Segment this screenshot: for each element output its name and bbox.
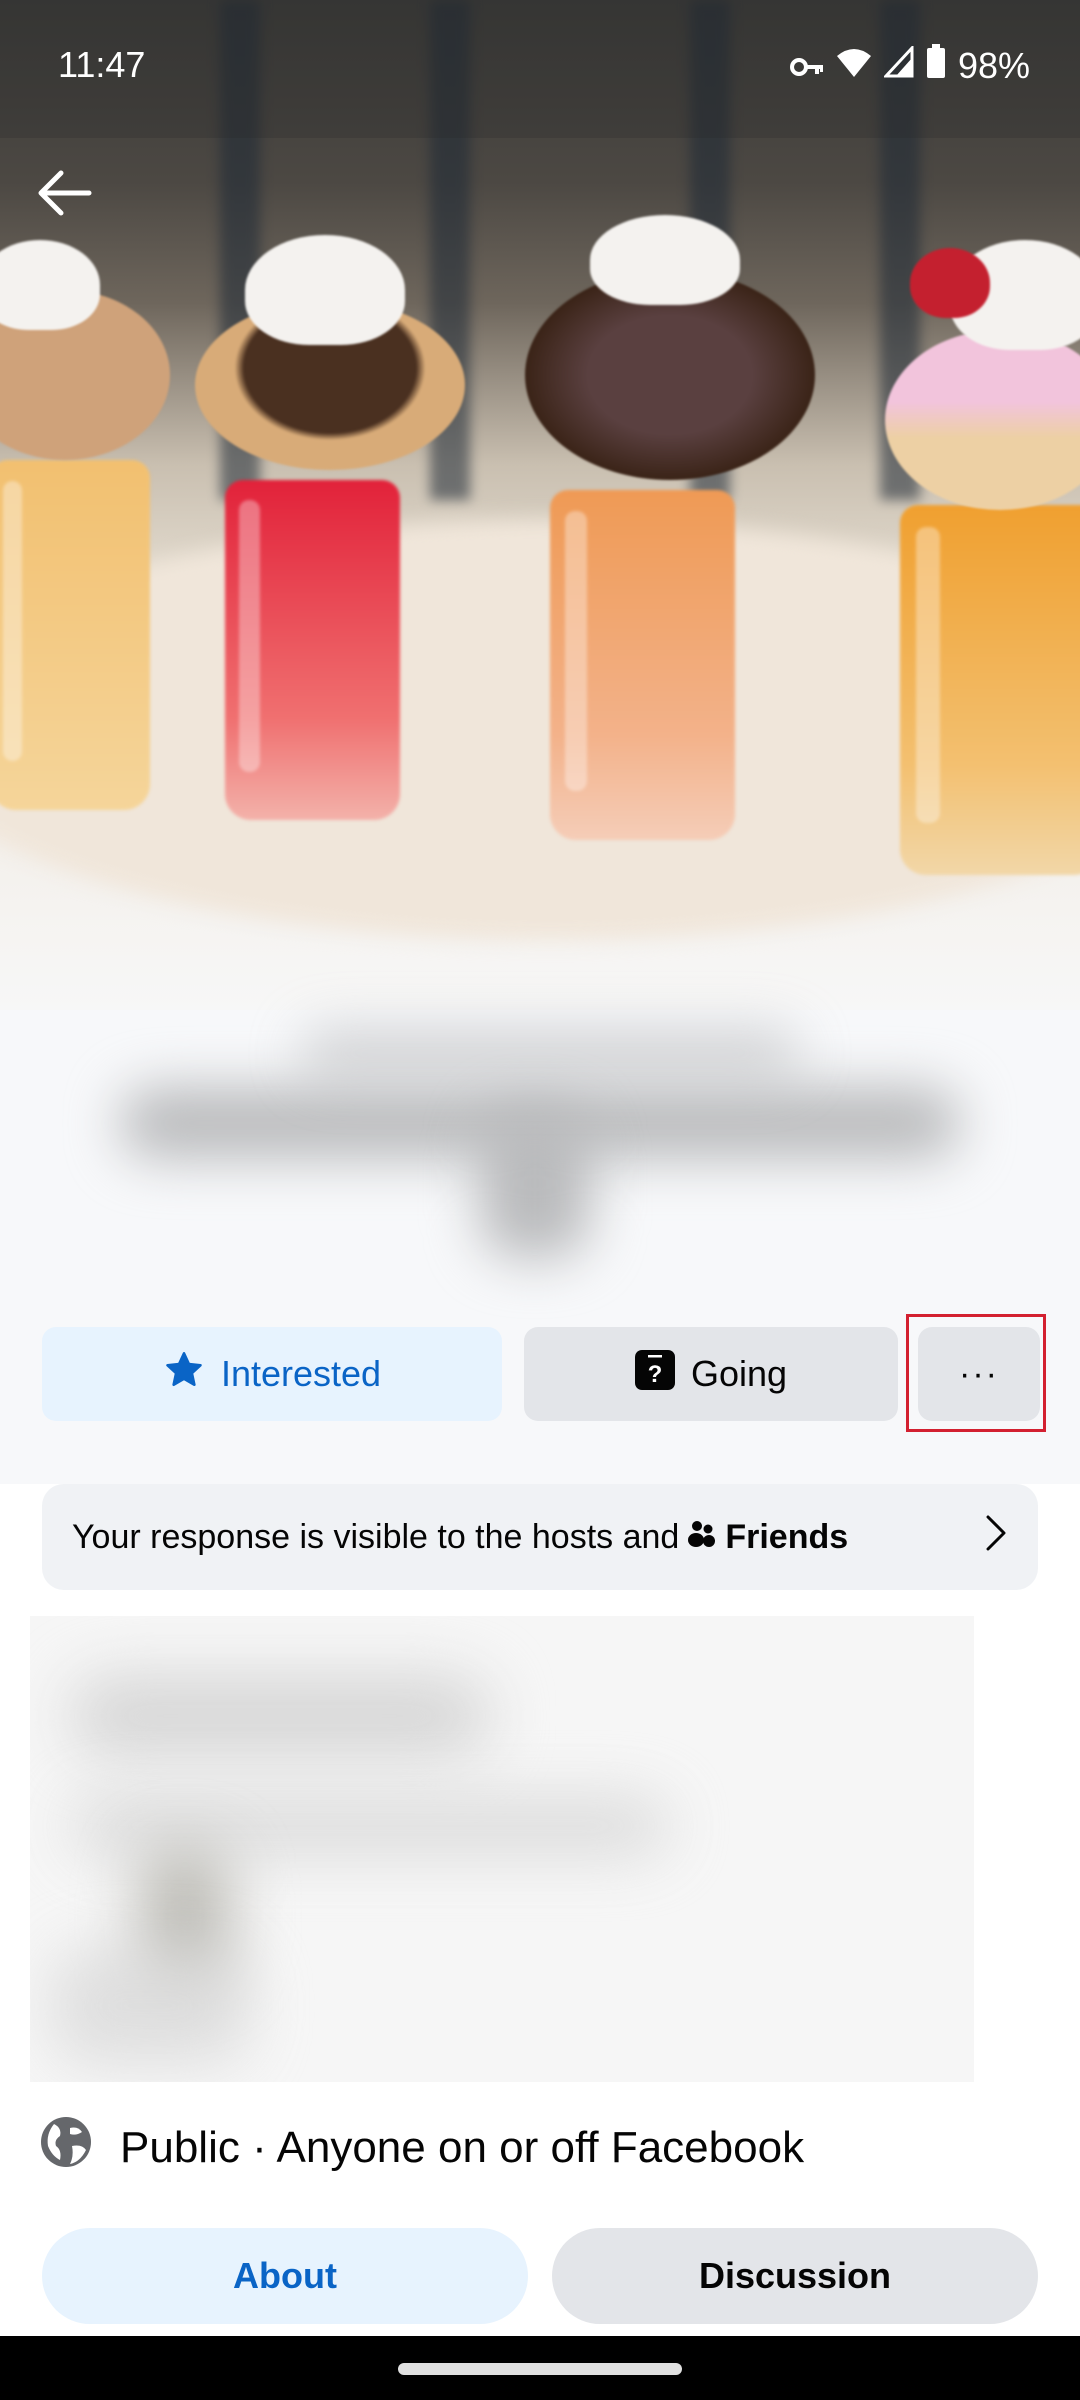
event-details-redacted [30, 1616, 974, 2082]
vpn-key-icon [789, 45, 824, 87]
audience-label: Friends [725, 1517, 849, 1556]
battery-percent: 98% [957, 44, 1030, 86]
tab-discussion[interactable]: Discussion [552, 2228, 1038, 2324]
interested-label: Interested [220, 1353, 382, 1394]
privacy-text: Public · Anyone on or off Facebook [120, 2122, 805, 2172]
back-button[interactable] [30, 160, 100, 230]
status-icons: 98% [789, 43, 1030, 87]
privacy-row: Public · Anyone on or off Facebook [40, 2116, 804, 2179]
globe-icon [40, 2116, 92, 2179]
wifi-icon [836, 45, 872, 87]
visibility-text: Your response is visible to the hosts an… [72, 1517, 680, 1556]
home-gesture-handle[interactable] [398, 2363, 682, 2375]
going-label: Going [690, 1353, 788, 1394]
highlight-box [906, 1314, 1046, 1432]
friends-icon [687, 1518, 717, 1557]
question-square-icon: ? [634, 1349, 675, 1399]
event-title-redacted [100, 1008, 980, 1268]
tab-about[interactable]: About [42, 2228, 528, 2324]
chevron-right-icon [984, 1513, 1008, 1562]
star-icon [163, 1349, 205, 1400]
arrow-left-icon [37, 170, 93, 221]
battery-icon [926, 44, 946, 87]
svg-text:?: ? [648, 1361, 663, 1388]
interested-button[interactable]: Interested [42, 1327, 502, 1421]
response-visibility-row[interactable]: Your response is visible to the hosts an… [42, 1484, 1038, 1590]
status-time: 11:47 [58, 44, 146, 85]
going-button[interactable]: ? Going [524, 1327, 898, 1421]
event-cover-photo [0, 0, 1080, 1010]
cellular-signal-icon [882, 43, 914, 87]
